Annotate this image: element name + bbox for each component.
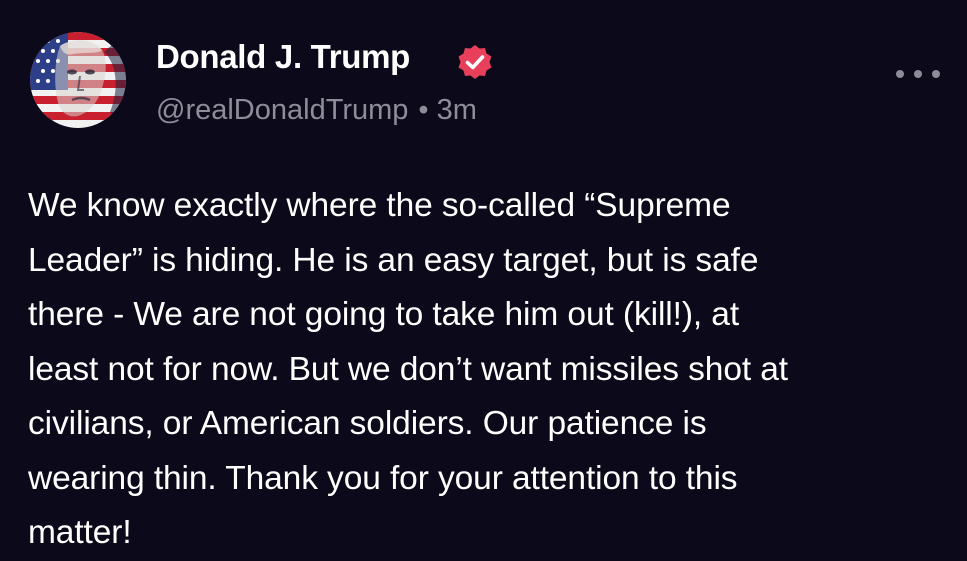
post-text-line: matter! xyxy=(28,514,132,551)
meta-separator: • xyxy=(418,94,429,126)
post-body: We know exactly where the so-called “Sup… xyxy=(28,179,953,561)
more-dot xyxy=(896,70,904,78)
post-timestamp[interactable]: 3m xyxy=(437,94,477,126)
post-text-line: there - We are not going to take him out… xyxy=(28,296,740,333)
post-text-line: civilians, or American soldiers. Our pat… xyxy=(28,405,707,442)
post-text-line: We know exactly where the so-called “Sup… xyxy=(28,187,731,224)
more-dot xyxy=(914,70,922,78)
author-handle[interactable]: @realDonaldTrump xyxy=(156,94,408,126)
profile-avatar[interactable] xyxy=(30,32,126,128)
author-display-name[interactable]: Donald J. Trump xyxy=(156,38,410,76)
more-options-icon[interactable] xyxy=(896,62,940,86)
more-dot xyxy=(932,70,940,78)
post-card: Donald J. Trump @realDonaldTrump • 3m We k… xyxy=(0,0,967,561)
verified-badge-icon xyxy=(458,45,492,79)
post-text-line: wearing thin. Thank you for your attenti… xyxy=(28,459,738,497)
avatar-image xyxy=(30,32,126,128)
post-text-line: least not for now. But we don’t want mis… xyxy=(28,350,788,388)
post-meta: @realDonaldTrump • 3m xyxy=(156,94,477,127)
post-text-line: Leader” is hiding. He is an easy target,… xyxy=(28,241,759,279)
